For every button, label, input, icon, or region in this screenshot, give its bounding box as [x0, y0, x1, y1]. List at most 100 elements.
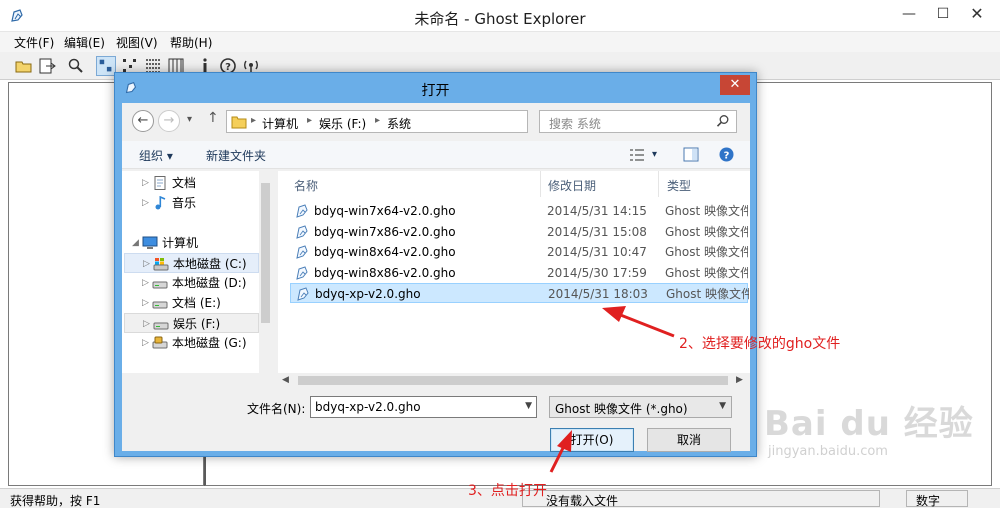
file-row[interactable]: bdyq-xp-v2.0.gho 2014/5/31 18:03 Ghost 映像文… [290, 283, 749, 303]
ghost-file-icon [297, 287, 309, 301]
file-date: 2014/5/31 14:15 [547, 204, 647, 218]
tree-item-drive-e[interactable]: ▷ 文档 (E:) [122, 293, 259, 313]
recent-locations-button[interactable]: ▾ [187, 114, 192, 125]
column-date-header[interactable]: 修改日期 [548, 177, 596, 194]
tree-item-label: 计算机 [162, 236, 199, 250]
scroll-right-arrow[interactable]: ▶ [736, 375, 743, 385]
expand-arrow[interactable]: ▷ [143, 254, 150, 274]
dialog-title-bar: 打开 ✕ [115, 73, 756, 103]
tree-item-documents[interactable]: ▷ 文档 [122, 173, 259, 193]
ghost-file-icon [296, 265, 308, 280]
open-dialog: 打开 ✕ ← → ▾ ↑ ▸ 计算机 ▸ 娱乐 (F:) ▸ 系统 ⌄ ↻ 搜索… [114, 72, 757, 457]
view-options-icon[interactable] [630, 149, 644, 161]
menu-view[interactable]: 视图(V) [116, 34, 158, 51]
tree-scrollbar[interactable] [259, 171, 272, 373]
expand-arrow[interactable]: ▷ [142, 193, 149, 213]
new-folder-button[interactable]: 新建文件夹 [206, 147, 266, 164]
drive-icon [153, 322, 169, 330]
annotation-step-3: 3、点击打开 [468, 483, 547, 499]
cancel-button[interactable]: 取消 [647, 428, 731, 452]
file-date: 2014/5/30 17:59 [547, 265, 647, 280]
tree-item-drive-c[interactable]: ▷ 本地磁盘 (C:) [124, 253, 259, 273]
find-icon[interactable] [66, 56, 86, 76]
status-help-text: 获得帮助，按 F1 [10, 494, 101, 508]
view-dropdown[interactable]: ▾ [652, 149, 657, 160]
expand-arrow[interactable]: ▷ [142, 293, 149, 313]
extract-icon[interactable] [37, 56, 57, 76]
file-type: Ghost 映像文件 [665, 265, 748, 280]
hscroll-thumb[interactable] [298, 376, 728, 385]
tree-item-music[interactable]: ▷ 音乐 [122, 193, 259, 213]
filename-label: 文件名(N): [247, 402, 306, 416]
ghost-file-icon [296, 224, 308, 239]
expand-arrow[interactable]: ▷ [142, 333, 149, 353]
file-row[interactable]: bdyq-win8x86-v2.0.gho 2014/5/30 17:59 Ghos… [290, 263, 748, 283]
locked-drive-icon [152, 336, 168, 349]
expand-arrow[interactable]: ▷ [143, 314, 150, 334]
breadcrumb-computer[interactable]: 计算机 [262, 115, 298, 132]
filetype-select[interactable]: Ghost 映像文件 (*.gho) ▼ [549, 396, 732, 418]
breadcrumb-system[interactable]: 系统 [387, 115, 411, 132]
organize-button[interactable]: 组织 ▾ [139, 147, 173, 164]
preview-pane-icon[interactable] [683, 147, 699, 162]
file-name: bdyq-win7x86-v2.0.gho [314, 224, 456, 239]
file-name: bdyq-win8x64-v2.0.gho [314, 245, 456, 259]
watermark-url: jingyan.baidu.com [768, 444, 888, 459]
dialog-body: ← → ▾ ↑ ▸ 计算机 ▸ 娱乐 (F:) ▸ 系统 ⌄ ↻ 搜索 系统 组 [122, 103, 750, 452]
file-row[interactable]: bdyq-win7x86-v2.0.gho 2014/5/31 15:08 Ghos… [290, 222, 748, 242]
up-button[interactable]: ↑ [207, 110, 219, 126]
watermark-brand: Bai du 经验 [764, 404, 974, 444]
column-name-header[interactable]: 名称 [294, 177, 318, 194]
breadcrumb-drive-f[interactable]: 娱乐 (F:) [319, 115, 366, 132]
back-button[interactable]: ← [132, 110, 154, 132]
expand-arrow[interactable]: ▷ [142, 173, 149, 193]
baidu-watermark: Bai du 经验 jingyan.baidu.com [758, 396, 994, 466]
open-button[interactable]: 打开(O) [550, 428, 634, 452]
filename-input[interactable]: bdyq-xp-v2.0.gho ▼ [310, 396, 537, 418]
music-icon [155, 196, 166, 210]
file-row[interactable]: bdyq-win7x64-v2.0.gho 2014/5/31 14:15 Ghos… [290, 201, 748, 221]
window-title: 未命名 - Ghost Explorer [414, 10, 586, 28]
system-drive-icon [153, 258, 169, 271]
file-row[interactable]: bdyq-win8x64-v2.0.gho 2014/5/31 10:47 Ghos… [290, 242, 748, 262]
file-type: Ghost 映像文件 [665, 245, 748, 259]
menu-file[interactable]: 文件(F) [14, 34, 54, 51]
menu-help[interactable]: 帮助(H) [170, 34, 212, 51]
column-divider[interactable] [658, 171, 659, 197]
navigation-bar: ← → ▾ ↑ ▸ 计算机 ▸ 娱乐 (F:) ▸ 系统 ⌄ ↻ 搜索 系统 [122, 103, 750, 139]
open-icon[interactable] [14, 56, 34, 76]
large-icons-icon[interactable] [96, 56, 116, 76]
title-bar: 未命名 - Ghost Explorer — ☐ ✕ [0, 0, 1000, 32]
search-box[interactable]: 搜索 系统 [539, 110, 737, 133]
column-divider[interactable] [540, 171, 541, 197]
expand-arrow[interactable]: ▷ [142, 273, 149, 293]
column-type-header[interactable]: 类型 [667, 177, 691, 194]
status-num-text: 数字 [916, 494, 941, 508]
filename-dropdown-arrow[interactable]: ▼ [525, 401, 532, 411]
file-list-hscrollbar[interactable]: ◀ ▶ [278, 373, 750, 387]
tree-item-drive-f[interactable]: ▷ 娱乐 (F:) [124, 313, 259, 333]
address-bar[interactable]: ▸ 计算机 ▸ 娱乐 (F:) ▸ 系统 ⌄ ↻ [226, 110, 625, 133]
tree-item-drive-d[interactable]: ▷ 本地磁盘 (D:) [122, 273, 259, 293]
tree-scroll-thumb[interactable] [261, 183, 270, 323]
tree-item-label: 娱乐 (F:) [173, 317, 221, 331]
tree-item-label: 文档 (E:) [172, 296, 221, 310]
file-name: bdyq-win7x64-v2.0.gho [314, 204, 456, 218]
dialog-close-button[interactable]: ✕ [720, 75, 750, 95]
folder-icon [231, 116, 247, 129]
scroll-left-arrow[interactable]: ◀ [282, 375, 289, 385]
file-name: bdyq-xp-v2.0.gho [315, 287, 421, 301]
navigation-tree: ▷ 文档 ▷ 音乐 ◢ 计算机 ▷ 本地磁盘 (C:) ▷ 本地磁盘 (D:) … [122, 171, 272, 373]
close-button[interactable]: ✕ [954, 0, 1000, 28]
help-icon[interactable]: ? [719, 147, 734, 162]
menu-edit[interactable]: 编辑(E) [64, 34, 105, 51]
file-type: Ghost 映像文件 [665, 204, 748, 218]
collapse-arrow[interactable]: ◢ [132, 233, 139, 253]
file-type: Ghost 映像文件 [665, 224, 748, 239]
tree-item-computer[interactable]: ◢ 计算机 [122, 233, 259, 253]
tree-item-drive-g[interactable]: ▷ 本地磁盘 (G:) [122, 333, 259, 353]
forward-button[interactable]: → [158, 110, 180, 132]
filetype-dropdown-arrow[interactable]: ▼ [719, 401, 726, 411]
tree-item-label: 音乐 [172, 196, 197, 210]
ghost-file-icon [296, 245, 308, 259]
